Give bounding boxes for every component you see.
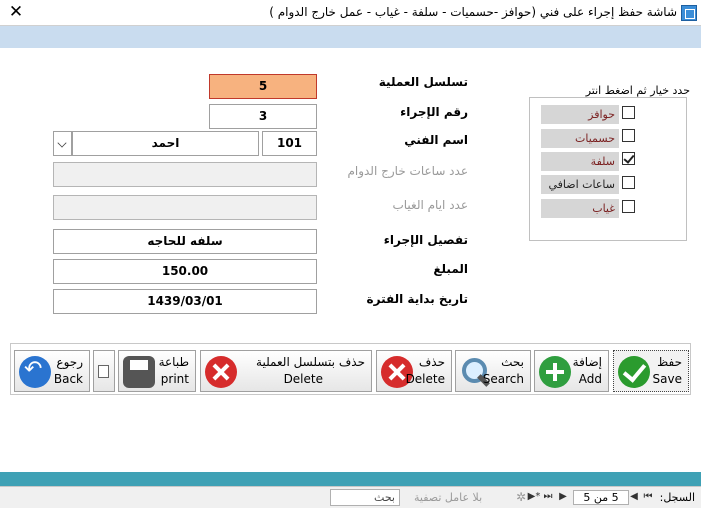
option-checkbox-incentives[interactable] [622,106,635,119]
proc-detail-field[interactable]: سلفه للحاجه [53,229,317,254]
tech-code-field[interactable]: 101 [262,131,317,156]
back-label-ar: رجوع [56,355,83,369]
first-record-icon[interactable]: ⏮ [640,489,656,505]
new-record-icon[interactable]: ▶* [524,489,544,505]
save-label-en: Save [652,372,682,386]
plus-icon [539,356,571,388]
save-label-ar: حفظ [657,355,682,369]
delete-label-ar: حذف [418,355,445,369]
delete-button[interactable]: حذف Delete [376,350,452,392]
next-record-icon[interactable]: ▶ [555,489,571,505]
option-label-deductions: حسميات [541,129,619,148]
label-period-start: تاريخ بداية الفترة [366,292,468,306]
record-label: السجل: [659,491,695,504]
add-button[interactable]: إضافة Add [534,350,609,392]
title-bar: شاشة حفظ إجراء على فني (حوافز -حسميات - … [0,0,701,26]
search-button[interactable]: بحث Search [455,350,531,392]
add-label-ar: إضافة [572,355,602,369]
delete-label-en: Delete [405,372,445,386]
record-position-field[interactable]: 5 من 5 [573,490,629,505]
period-start-field[interactable]: 1439/03/01 [53,289,317,314]
save-button[interactable]: حفظ Save [613,350,689,392]
close-button[interactable]: ✕ [6,2,26,22]
check-icon [618,356,650,388]
option-label-overtime: ساعات اضافي [541,175,619,194]
tech-name-combo[interactable]: احمد [72,131,259,156]
chevron-down-icon[interactable] [53,131,72,156]
option-label-absence: غياب [541,199,619,218]
option-checkbox-overtime[interactable] [622,176,635,189]
option-checkbox-advance[interactable] [622,152,635,165]
proc-number-field[interactable]: 3 [209,104,317,129]
bottom-band [0,472,701,486]
label-tech-name: اسم الفني [404,133,468,147]
preview-icon [98,365,109,378]
delete-by-serial-button[interactable]: حذف بتسلسل العملية Delete [200,350,372,392]
delete-serial-label-ar: حذف بتسلسل العملية [256,355,365,369]
amount-field[interactable]: 150.00 [53,259,317,284]
label-absence-days: عدد ايام الغياب [392,198,468,212]
option-checkbox-deductions[interactable] [622,129,635,142]
window-title: شاشة حفظ إجراء على فني (حوافز -حسميات - … [269,5,677,19]
back-label-en: Back [53,372,83,386]
search-label-ar: بحث [501,355,524,369]
op-serial-field[interactable]: 5 [209,74,317,99]
print-preview-button[interactable] [93,350,115,392]
delete-x-icon [205,356,237,388]
filter-status[interactable]: بلا عامل تصفية [414,491,482,504]
label-proc-detail: تفصيل الإجراء [383,233,468,247]
label-proc-number: رقم الإجراء [400,105,468,119]
back-arrow-icon [19,356,51,388]
label-op-serial: تسلسل العملية [378,75,468,89]
add-label-en: Add [578,372,602,386]
label-amount: المبلغ [433,262,468,276]
delete-serial-label-en: Delete [283,372,323,386]
print-button[interactable]: طباعة print [118,350,196,392]
print-label-ar: طباعة [158,355,189,369]
overtime-hours-field [53,162,317,187]
app-icon [681,5,697,21]
search-input[interactable]: بحث [330,489,400,506]
print-label-en: print [160,372,189,386]
option-checkbox-absence[interactable] [622,200,635,213]
search-label-en: Search [482,372,524,386]
label-overtime-hours: عدد ساعات خارج الدوام [347,164,468,178]
printer-icon [123,356,155,388]
option-label-incentives: حوافز [541,105,619,124]
option-label-advance: سلفة [541,152,619,171]
filter-icon: ✲ [516,490,527,504]
header-band [0,26,701,48]
absence-days-field [53,195,317,220]
back-button[interactable]: رجوع Back [14,350,90,392]
record-navigation-bar: السجل: ⏮ ◀ 5 من 5 ▶ ⏭ ▶* ✲ بلا عامل تصفي… [0,486,701,508]
options-group-title: حدد خيار ثم اضغط انتر [585,84,690,97]
